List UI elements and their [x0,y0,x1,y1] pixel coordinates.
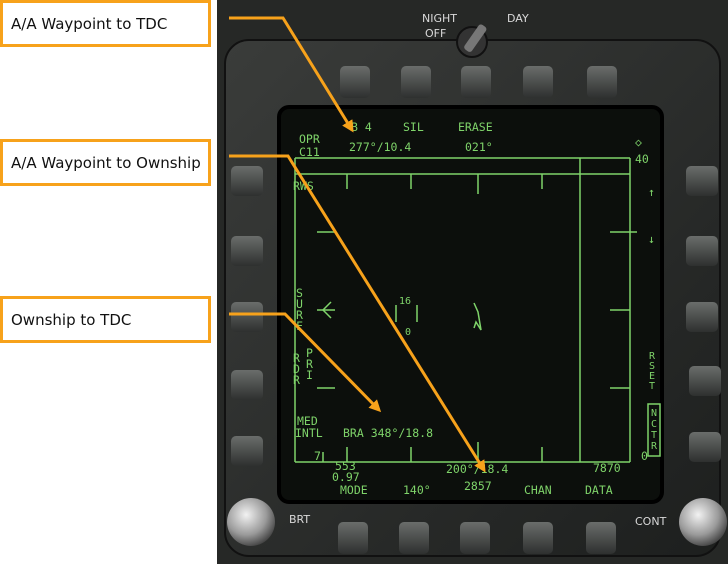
pb-top-3[interactable] [461,66,491,98]
target-sub: 0 [405,327,411,338]
brt-label: BRT [289,513,310,526]
diamond-icon: ◇ [635,135,642,149]
pb-top-2[interactable] [401,66,431,98]
night-label: NIGHT [422,12,457,25]
sil-label: SIL [403,120,424,134]
intl-label: INTL [295,426,323,440]
chan-option: CHAN [524,483,552,497]
nctr-letter: T [651,430,657,441]
speed-readout: 2857 [464,479,492,493]
down-arrow-icon: ↓ [648,232,655,246]
pb-bottom-4[interactable] [523,522,553,554]
right-zero-label: 0 [641,449,648,463]
target-number: 16 [399,296,411,307]
altitude-bottom-readout: 0.97 [332,470,360,484]
pb-bottom-3[interactable] [460,522,490,554]
aa-waypoint-to-ownship-readout: 200°/18.4 [446,462,508,476]
pb-left-2[interactable] [231,236,263,266]
surf-label: S U R F [296,286,303,333]
ownship-to-tdc-bra-readout: BRA 348°/18.8 [343,426,433,440]
rset-letter: T [649,381,655,392]
data-option: DATA [585,483,613,497]
rset-label: R S E T [649,351,656,392]
pb-left-3[interactable] [231,302,263,332]
pb-bottom-1[interactable] [338,522,368,554]
pb-left-5[interactable] [231,436,263,466]
up-arrow-icon: ↑ [648,185,655,199]
off-label: OFF [425,27,446,40]
c11-label: C11 [299,145,320,159]
pb-bottom-2[interactable] [399,522,429,554]
pri-letter: I [306,368,313,382]
heading-readout: 021° [465,140,493,154]
nctr-label: N C T R [651,408,658,452]
pb-bottom-5[interactable] [586,522,616,554]
seven-label: 7 [314,449,321,463]
nctr-letter: R [651,441,658,452]
pb-top-1[interactable] [340,66,370,98]
aa-waypoint-to-tdc-readout: 277°/10.4 [349,140,411,154]
range-right-readout: 7870 [593,461,621,475]
erase-label: ERASE [458,120,493,134]
pb-right-3[interactable] [686,302,718,332]
mode-option: MODE [340,483,368,497]
nctr-letter: N [651,408,657,419]
pb-right-1[interactable] [686,166,718,196]
pb-left-1[interactable] [231,166,263,196]
opr-label: OPR [299,132,320,146]
mfd-screen [277,105,664,504]
rws-label: RWS [293,179,314,193]
nctr-letter: C [651,419,657,430]
bottom-heading-readout: 140° [403,483,431,497]
contrast-knob[interactable] [679,498,727,546]
right-top-value: 40 [635,152,649,166]
day-label: DAY [507,12,529,25]
pb-right-5[interactable] [689,432,721,462]
cont-label: CONT [635,515,667,528]
pb-top-4[interactable] [523,66,553,98]
surf-letter: F [296,319,303,333]
b4-label: B 4 [351,120,372,134]
pb-top-5[interactable] [587,66,617,98]
rdr-letter: R [293,373,300,387]
pb-right-4[interactable] [689,366,721,396]
pb-left-4[interactable] [231,370,263,400]
mfd-bezel: NIGHT DAY OFF BRT CONT OPR C11 B 4 SIL E… [217,0,728,564]
pb-right-2[interactable] [686,236,718,266]
brightness-knob[interactable] [227,498,275,546]
